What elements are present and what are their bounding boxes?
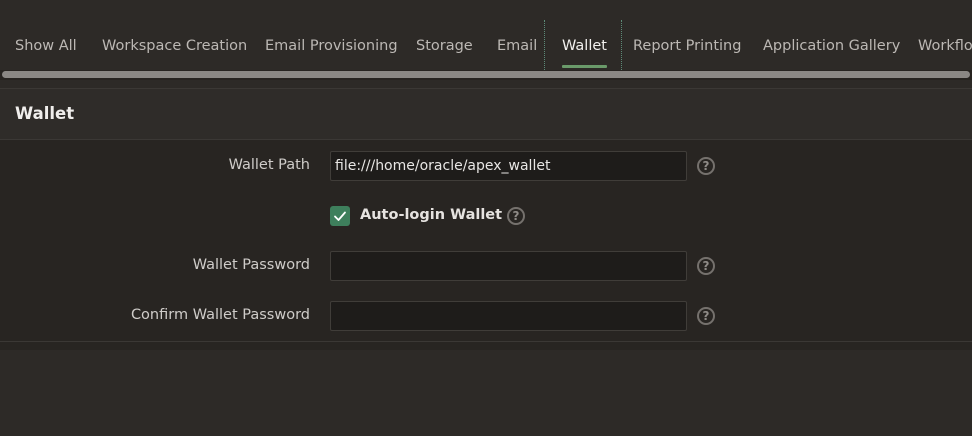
active-tab-left-divider bbox=[544, 20, 545, 70]
tab-bar: Show All Workspace Creation Email Provis… bbox=[0, 0, 972, 70]
confirm-wallet-password-input[interactable] bbox=[330, 301, 687, 331]
tab-report-printing[interactable]: Report Printing bbox=[633, 0, 741, 70]
scrollbar-thumb[interactable] bbox=[2, 71, 970, 78]
tab-label: Wallet bbox=[562, 38, 607, 54]
check-icon bbox=[334, 211, 346, 221]
help-glyph: ? bbox=[512, 209, 520, 223]
help-circle-icon[interactable]: ? bbox=[697, 257, 715, 275]
wallet-password-label: Wallet Password bbox=[192, 257, 310, 273]
wallet-path-label: Wallet Path bbox=[228, 157, 310, 173]
help-glyph: ? bbox=[702, 159, 710, 173]
tab-scrollbar[interactable] bbox=[0, 70, 972, 80]
help-glyph: ? bbox=[702, 309, 710, 323]
tab-show-all[interactable]: Show All bbox=[15, 0, 77, 70]
tab-label: Show All bbox=[15, 38, 77, 54]
tab-email-provisioning[interactable]: Email Provisioning bbox=[265, 0, 398, 70]
auto-login-checkbox[interactable] bbox=[330, 206, 350, 226]
region-title: Wallet bbox=[15, 104, 75, 123]
help-glyph: ? bbox=[702, 259, 710, 273]
tab-workflow[interactable]: Workflow bbox=[918, 0, 972, 70]
tab-label: Report Printing bbox=[633, 38, 742, 54]
region-header: Wallet bbox=[0, 89, 972, 140]
tab-storage[interactable]: Storage bbox=[416, 0, 473, 70]
tab-label: Application Gallery bbox=[763, 38, 901, 54]
tab-email[interactable]: Email bbox=[497, 0, 537, 70]
active-tab-right-divider bbox=[621, 20, 622, 70]
tab-label: Email bbox=[497, 38, 538, 54]
tab-label: Workflow bbox=[918, 38, 972, 54]
tab-application-gallery[interactable]: Application Gallery bbox=[763, 0, 900, 70]
help-circle-icon[interactable]: ? bbox=[697, 157, 715, 175]
tab-workspace-creation[interactable]: Workspace Creation bbox=[102, 0, 247, 70]
tab-label: Email Provisioning bbox=[265, 38, 398, 54]
wallet-path-input[interactable] bbox=[330, 151, 687, 181]
tab-label: Workspace Creation bbox=[102, 38, 248, 54]
region-bottom-border bbox=[0, 341, 972, 342]
wallet-region: Wallet Wallet Path ? Auto-login Wallet ?… bbox=[0, 88, 972, 350]
confirm-wallet-password-label: Confirm Wallet Password bbox=[130, 307, 310, 323]
active-tab-indicator bbox=[562, 65, 607, 68]
help-circle-icon[interactable]: ? bbox=[507, 207, 525, 225]
help-circle-icon[interactable]: ? bbox=[697, 307, 715, 325]
wallet-password-input[interactable] bbox=[330, 251, 687, 281]
page-footer-area bbox=[0, 350, 972, 436]
tab-wallet[interactable]: Wallet bbox=[562, 0, 607, 70]
auto-login-label[interactable]: Auto-login Wallet bbox=[360, 207, 502, 223]
tab-label: Storage bbox=[416, 38, 473, 54]
